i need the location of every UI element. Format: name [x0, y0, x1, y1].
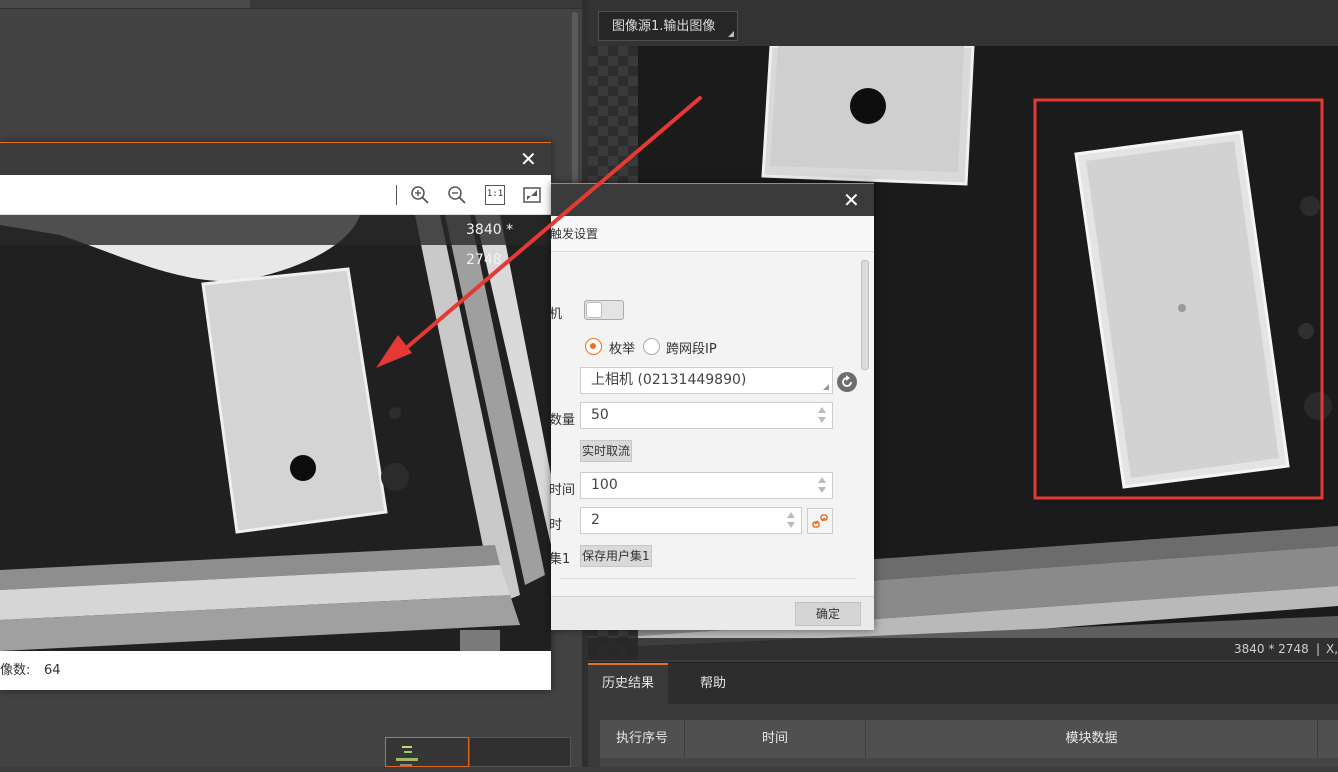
tab-help[interactable]: 帮助	[668, 663, 758, 705]
image-source-label: 图像源1.输出图像	[612, 19, 716, 34]
table-row[interactable]	[600, 758, 1338, 767]
flow-thumbnail-graphic	[396, 746, 418, 766]
viewer-titlebar[interactable]: ✕	[0, 142, 551, 175]
flow-thumbnail-area	[469, 737, 571, 767]
viewer-toolbar: 1:1	[0, 175, 551, 215]
actual-size-icon[interactable]: 1:1	[485, 185, 505, 205]
time-label: 时间	[549, 483, 576, 498]
dialog-tab-row: 触发设置	[550, 216, 874, 252]
tab-history-results[interactable]: 历史结果	[588, 663, 668, 705]
col-time[interactable]: 时间	[685, 720, 866, 758]
image-count-label: 图像数:	[0, 663, 31, 678]
radio-cross-ip[interactable]	[643, 338, 660, 355]
viewer-close-button[interactable]: ✕	[520, 149, 537, 169]
camera-toggle-switch[interactable]	[584, 300, 624, 320]
count-label: 数量	[549, 413, 576, 428]
select-corner-icon	[823, 384, 829, 390]
coord-readout: X,	[1326, 642, 1338, 656]
camera-select[interactable]: 上相机 (02131449890)	[580, 367, 833, 394]
dialog-scrollbar[interactable]	[861, 260, 869, 370]
time-spinner[interactable]	[818, 476, 827, 494]
dialog-footer: 确定	[551, 596, 874, 630]
viewer-image[interactable]	[0, 215, 551, 651]
wait-input[interactable]: 2	[580, 507, 802, 534]
top-strip-segment	[0, 0, 250, 8]
dialog-divider	[559, 578, 856, 579]
radio-enum[interactable]	[585, 338, 602, 355]
viewer-resolution-text: 3840 * 2748	[466, 222, 514, 268]
camera-select-value: 上相机 (02131449890)	[591, 372, 747, 388]
userset-label: 集1	[549, 552, 571, 567]
history-table-header: 执行序号 时间 模块数据	[600, 720, 1338, 758]
tab-trigger-settings[interactable]: 触发设置	[550, 216, 598, 252]
viewer-footer: 图像数: 64	[0, 651, 551, 690]
link-icon[interactable]	[807, 508, 833, 534]
workspace-top-strip	[0, 0, 582, 9]
radio-cross-ip-label: 跨网段IP	[666, 342, 717, 357]
wait-value: 2	[591, 512, 600, 528]
dialog-titlebar[interactable]: ✕	[551, 183, 874, 216]
image-count-value: 64	[44, 663, 61, 678]
zoom-in-icon[interactable]	[410, 185, 430, 205]
time-value: 100	[591, 477, 618, 493]
ok-button[interactable]: 确定	[795, 602, 861, 626]
main-resolution-text: 3840 * 2748	[1234, 642, 1309, 656]
col-module-data[interactable]: 模块数据	[866, 720, 1318, 758]
zoom-out-icon[interactable]	[447, 185, 467, 205]
coord-separator: |	[1316, 642, 1321, 656]
fit-window-icon[interactable]	[522, 185, 542, 205]
flow-thumbnail[interactable]	[385, 737, 469, 767]
bottom-tab-bar: 历史结果 帮助	[588, 662, 1338, 705]
dialog-close-button[interactable]: ✕	[843, 190, 860, 210]
image-viewer-window: ✕ 1:1 3840 * 2748 像数: 64	[0, 142, 551, 690]
viewer-resolution-bar: 3840 * 2748	[0, 215, 551, 268]
dropdown-corner-icon	[728, 31, 734, 37]
count-spinner[interactable]	[818, 406, 827, 424]
save-userset-button[interactable]: 保存用户集1	[580, 545, 652, 567]
time-input[interactable]: 100	[580, 472, 833, 499]
main-resolution-bar: 3840 * 2748 | X,	[588, 638, 1338, 660]
image-source-selector[interactable]: 图像源1.输出图像	[598, 11, 738, 41]
refresh-icon[interactable]	[837, 372, 857, 392]
camera-toggle-label: 机	[549, 307, 563, 322]
radio-enum-label: 枚举	[609, 342, 636, 357]
toolbar-divider	[396, 185, 397, 205]
toggle-knob	[586, 302, 602, 318]
live-stream-button[interactable]: 实时取流	[580, 440, 633, 462]
viewer-image-graphic	[0, 215, 551, 651]
wait-label: 时	[549, 518, 563, 533]
count-value: 50	[591, 407, 609, 423]
count-input[interactable]: 50	[580, 402, 833, 429]
dialog-body: 机 枚举 跨网段IP 上相机 (02131449890) 数量 50 实时取流 …	[549, 252, 874, 596]
wait-spinner[interactable]	[787, 511, 796, 529]
trigger-settings-dialog: ✕ 触发设置 机 枚举 跨网段IP 上相机 (02131449890) 数量 5…	[549, 183, 874, 630]
col-exec-index[interactable]: 执行序号	[600, 720, 685, 758]
